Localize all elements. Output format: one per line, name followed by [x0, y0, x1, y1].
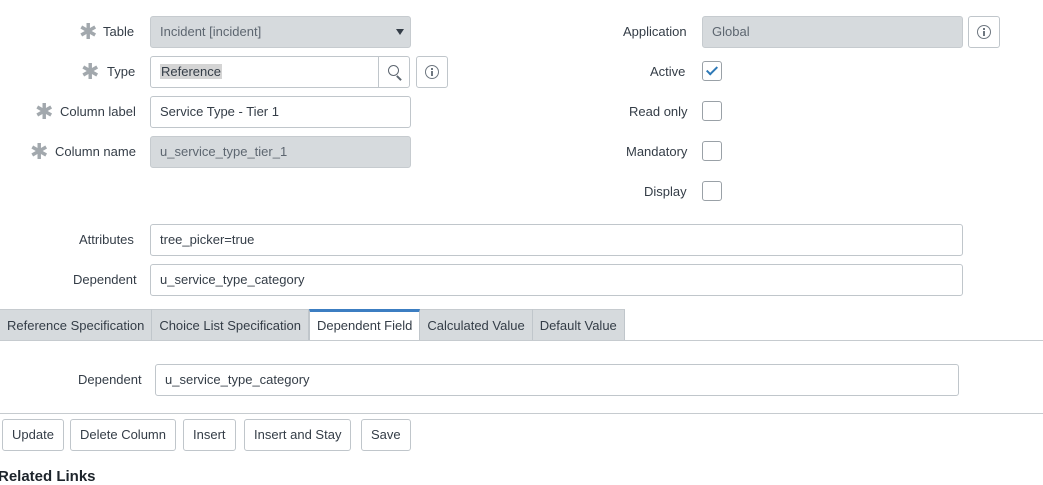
tab-dependent-label: Dependent	[78, 372, 142, 387]
type-label: Type	[107, 64, 136, 79]
type-input[interactable]: Reference	[150, 56, 380, 88]
application-info-button[interactable]	[968, 16, 1000, 48]
type-info-button[interactable]	[416, 56, 448, 88]
dependent-label: Dependent	[73, 272, 137, 287]
display-checkbox[interactable]	[702, 181, 722, 201]
check-icon	[705, 63, 719, 76]
column-label-input[interactable]: Service Type - Tier 1	[150, 96, 411, 128]
read-only-label: Read only	[629, 104, 688, 119]
type-lookup-button[interactable]	[378, 56, 410, 88]
required-marker: ✱	[79, 20, 98, 45]
insert-button[interactable]: Insert	[183, 419, 236, 451]
tabs-divider	[0, 340, 1043, 341]
mandatory-checkbox[interactable]	[702, 141, 722, 161]
chevron-down-icon	[396, 29, 404, 35]
active-label: Active	[650, 64, 686, 79]
required-marker: ✱	[35, 100, 54, 125]
table-select-value: Incident [incident]	[160, 24, 262, 39]
section-tabs: Reference Specification Choice List Spec…	[0, 309, 625, 341]
mandatory-label: Mandatory	[626, 144, 688, 159]
info-icon	[977, 25, 991, 39]
column-name-input[interactable]: u_service_type_tier_1	[150, 136, 411, 168]
display-label: Display	[644, 184, 687, 199]
dependent-input[interactable]: u_service_type_category	[150, 264, 963, 296]
save-button[interactable]: Save	[361, 419, 411, 451]
attributes-input[interactable]: tree_picker=true	[150, 224, 963, 256]
table-label: Table	[103, 24, 135, 39]
related-links-title: Related Links	[0, 468, 96, 485]
application-value: Global	[712, 24, 750, 39]
column-name-label: Column name	[55, 144, 136, 159]
read-only-checkbox[interactable]	[702, 101, 722, 121]
panel-divider	[0, 413, 1043, 414]
column-label-value: Service Type - Tier 1	[160, 104, 279, 119]
tab-dependent-input[interactable]: u_service_type_category	[155, 364, 959, 396]
tab-choice-list-specification[interactable]: Choice List Specification	[152, 309, 309, 341]
update-button[interactable]: Update	[2, 419, 64, 451]
tab-default-value[interactable]: Default Value	[532, 309, 625, 341]
attributes-value: tree_picker=true	[160, 232, 255, 247]
dependent-value: u_service_type_category	[160, 272, 305, 287]
application-input[interactable]: Global	[702, 16, 963, 48]
active-checkbox[interactable]	[702, 61, 722, 81]
application-label: Application	[623, 24, 687, 39]
table-select[interactable]: Incident [incident]	[150, 16, 411, 48]
tab-dependent-value: u_service_type_category	[165, 372, 310, 387]
column-label-label: Column label	[60, 104, 136, 119]
required-marker: ✱	[30, 140, 49, 165]
search-icon	[388, 65, 399, 76]
attributes-label: Attributes	[79, 232, 134, 247]
delete-column-button[interactable]: Delete Column	[70, 419, 176, 451]
required-marker: ✱	[81, 60, 100, 85]
column-name-value: u_service_type_tier_1	[160, 144, 288, 159]
tab-dependent-field[interactable]: Dependent Field	[308, 309, 421, 341]
insert-and-stay-button[interactable]: Insert and Stay	[244, 419, 352, 451]
type-input-value: Reference	[160, 64, 222, 79]
info-icon	[425, 65, 439, 79]
tab-calculated-value[interactable]: Calculated Value	[420, 309, 533, 341]
tab-reference-specification[interactable]: Reference Specification	[0, 309, 153, 341]
